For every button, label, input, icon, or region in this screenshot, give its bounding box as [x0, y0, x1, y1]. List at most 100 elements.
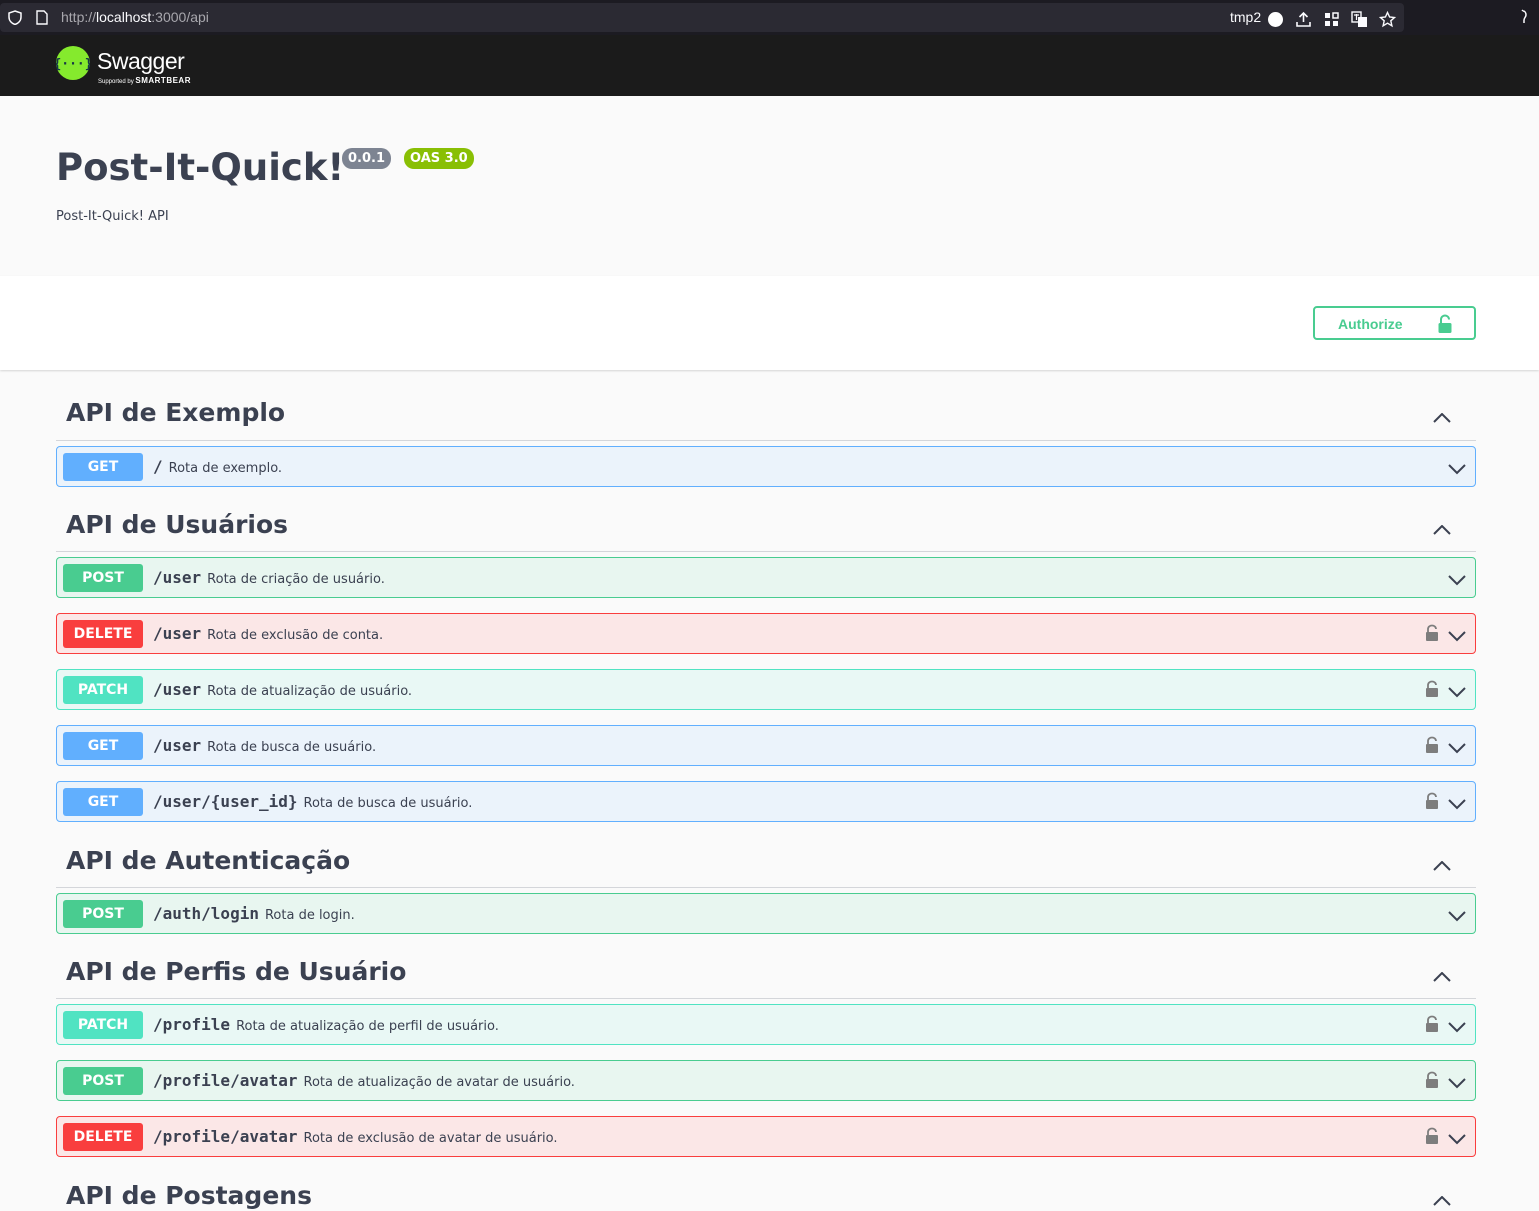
swagger-logo-icon: {···} — [53, 46, 93, 80]
lock-icon[interactable] — [1425, 736, 1439, 754]
url-bar[interactable]: http://localhost:3000/api tmp2 — [0, 3, 1404, 32]
collapse-chevron-up-icon[interactable] — [1433, 856, 1451, 871]
expand-chevron-down-icon[interactable] — [1448, 460, 1466, 475]
expand-chevron-down-icon[interactable] — [1448, 627, 1466, 642]
operation-summary: Rota de atualização de avatar de usuário… — [303, 1075, 575, 1090]
operation-path: /user Rota de busca de usuário. — [153, 736, 376, 755]
operation-post[interactable]: POST/profile/avatar Rota de atualização d… — [56, 1060, 1476, 1101]
section-divider — [56, 440, 1476, 441]
path-text: /profile/avatar — [153, 1127, 298, 1146]
method-badge: GET — [63, 453, 143, 481]
method-badge: DELETE — [63, 620, 143, 648]
url-text[interactable]: http://localhost:3000/api — [61, 9, 209, 25]
method-badge: PATCH — [63, 676, 143, 704]
page-title: Post-It-Quick! — [56, 146, 345, 189]
unlock-icon — [1438, 314, 1452, 333]
method-badge: POST — [63, 1067, 143, 1095]
expand-chevron-down-icon[interactable] — [1448, 1074, 1466, 1089]
expand-chevron-down-icon[interactable] — [1448, 739, 1466, 754]
profile-dot-icon — [1268, 12, 1283, 27]
swagger-logo[interactable]: {···} Swagger Supported by SMARTBEAR — [53, 46, 206, 86]
shield-icon[interactable] — [8, 10, 22, 25]
operation-delete[interactable]: DELETE/profile/avatar Rota de exclusão de… — [56, 1116, 1476, 1157]
lock-icon[interactable] — [1425, 1071, 1439, 1089]
operation-summary: Rota de atualização de perfil de usuário… — [236, 1019, 499, 1034]
operation-patch[interactable]: PATCH/user Rota de atualização de usuário… — [56, 669, 1476, 710]
collapse-chevron-up-icon[interactable] — [1433, 408, 1451, 423]
path-text: /user — [153, 680, 202, 699]
operation-summary: Rota de login. — [264, 908, 355, 923]
authorize-button[interactable]: Authorize — [1313, 306, 1476, 340]
method-badge: DELETE — [63, 1123, 143, 1151]
browser-toolbar: http://localhost:3000/api tmp2 — [0, 0, 1539, 35]
lock-icon[interactable] — [1425, 680, 1439, 698]
operation-summary: Rota de exemplo. — [168, 461, 283, 476]
section-divider — [56, 887, 1476, 888]
operation-get[interactable]: GET/user/{user_id} Rota de busca de usuár… — [56, 781, 1476, 822]
section-title[interactable]: API de Autenticação — [66, 846, 350, 875]
operation-path: /user Rota de criação de usuário. — [153, 568, 385, 587]
url-host: localhost — [96, 9, 152, 25]
page-icon — [36, 10, 48, 25]
bookmark-star-icon[interactable] — [1379, 11, 1396, 28]
method-badge: GET — [63, 732, 143, 760]
operation-post[interactable]: POST/auth/login Rota de login. — [56, 893, 1476, 934]
path-text: / — [153, 457, 163, 476]
path-text: /user — [153, 568, 202, 587]
operation-get[interactable]: GET/user Rota de busca de usuário. — [56, 725, 1476, 766]
operation-summary: Rota de exclusão de conta. — [207, 628, 384, 643]
path-text: /user — [153, 736, 202, 755]
path-text: /auth/login — [153, 904, 259, 923]
operation-post[interactable]: POST/user Rota de criação de usuário. — [56, 557, 1476, 598]
method-badge: POST — [63, 564, 143, 592]
operation-summary: Rota de criação de usuário. — [207, 572, 385, 587]
swagger-logo-subtitle: Supported by SMARTBEAR — [98, 76, 191, 85]
operation-path: /user/{user_id} Rota de busca de usuário. — [153, 792, 472, 811]
path-text: /profile/avatar — [153, 1071, 298, 1090]
lock-icon[interactable] — [1425, 624, 1439, 642]
operation-patch[interactable]: PATCH/profile Rota de atualização de perf… — [56, 1004, 1476, 1045]
expand-chevron-down-icon[interactable] — [1448, 571, 1466, 586]
section-title[interactable]: API de Usuários — [66, 510, 288, 539]
lock-icon[interactable] — [1425, 1015, 1439, 1033]
translate-icon[interactable] — [1351, 11, 1368, 28]
path-text: /profile — [153, 1015, 231, 1034]
section-divider — [56, 998, 1476, 999]
section-title[interactable]: API de Postagens — [66, 1181, 312, 1210]
share-icon[interactable] — [1295, 11, 1312, 28]
api-description: Post-It-Quick! API — [56, 209, 169, 224]
collapse-chevron-up-icon[interactable] — [1433, 520, 1451, 535]
collapse-chevron-up-icon[interactable] — [1433, 1191, 1451, 1206]
collapse-chevron-up-icon[interactable] — [1433, 967, 1451, 982]
oas-badge: OAS 3.0 — [404, 148, 474, 169]
operation-summary: Rota de atualização de usuário. — [207, 684, 413, 699]
method-badge: PATCH — [63, 1011, 143, 1039]
version-badge: 0.0.1 — [342, 148, 392, 169]
swagger-logo-text: Swagger — [97, 48, 185, 74]
expand-chevron-down-icon[interactable] — [1448, 683, 1466, 698]
section-title[interactable]: API de Exemplo — [66, 398, 285, 427]
sidebar-icon[interactable] — [1519, 9, 1535, 25]
expand-chevron-down-icon[interactable] — [1448, 907, 1466, 922]
svg-text:{···}: {···} — [56, 57, 90, 72]
expand-chevron-down-icon[interactable] — [1448, 795, 1466, 810]
operation-delete[interactable]: DELETE/user Rota de exclusão de conta. — [56, 613, 1476, 654]
section-title[interactable]: API de Perfis de Usuário — [66, 957, 406, 986]
lock-icon[interactable] — [1425, 792, 1439, 810]
profile-tag: tmp2 — [1230, 9, 1262, 25]
url-prefix: http:// — [61, 9, 97, 25]
operation-path: /profile Rota de atualização de perfil de… — [153, 1015, 499, 1034]
extensions-icon[interactable] — [1323, 11, 1340, 28]
operation-summary: Rota de busca de usuário. — [207, 740, 377, 755]
operation-path: /auth/login Rota de login. — [153, 904, 355, 923]
section-divider — [56, 551, 1476, 552]
expand-chevron-down-icon[interactable] — [1448, 1018, 1466, 1033]
operation-path: /user Rota de atualização de usuário. — [153, 680, 412, 699]
operation-get[interactable]: GET / Rota de exemplo. — [56, 446, 1476, 487]
url-rest: :3000/api — [151, 9, 209, 25]
swagger-topbar: {···} Swagger Supported by SMARTBEAR — [0, 35, 1539, 96]
lock-icon[interactable] — [1425, 1127, 1439, 1145]
operation-summary: Rota de busca de usuário. — [303, 796, 473, 811]
expand-chevron-down-icon[interactable] — [1448, 1130, 1466, 1145]
operation-path: /profile/avatar Rota de atualização de av… — [153, 1071, 575, 1090]
